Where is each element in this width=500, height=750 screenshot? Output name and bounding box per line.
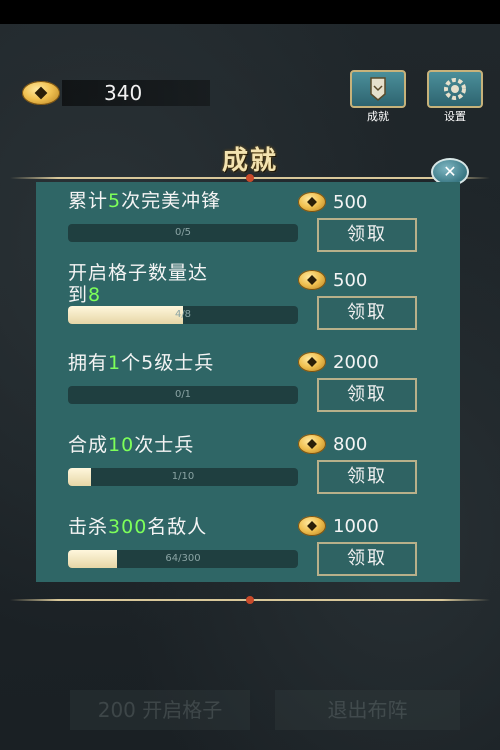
gear-icon — [444, 78, 466, 100]
coin-icon — [298, 270, 326, 290]
claim-button[interactable]: 领取 — [317, 460, 417, 494]
list-item: 累计5次完美冲锋 0/5 500 领取 — [36, 186, 460, 268]
list-item: 拥有1个5级士兵 0/1 2000 领取 — [36, 348, 460, 430]
progress-bar: 4/8 — [68, 306, 298, 324]
gold-amount: 340 — [104, 81, 143, 105]
bottom-divider — [10, 596, 490, 604]
background-open-slot-value: 200 — [97, 698, 136, 722]
achievements-button-label: 成就 — [367, 110, 389, 123]
progress-bar: 1/10 — [68, 468, 298, 486]
achievements-button[interactable] — [350, 70, 406, 108]
coin-icon — [298, 192, 326, 212]
progress-text: 64/300 — [165, 553, 201, 564]
progress-text: 0/1 — [174, 389, 192, 400]
progress-text: 4/8 — [174, 309, 192, 320]
background-exit-formation-label: 退出布阵 — [327, 698, 408, 722]
achievement-list[interactable]: 累计5次完美冲锋 0/5 500 领取 开启格子数量达 到8 4/8 500 领… — [36, 182, 460, 582]
progress-text: 0/5 — [174, 227, 192, 238]
reward-amount: 500 — [333, 270, 368, 291]
coin-icon — [298, 516, 326, 536]
achievement-desc: 拥有1个5级士兵 — [68, 352, 215, 374]
list-item: 开启格子数量达 到8 4/8 500 领取 — [36, 260, 460, 342]
progress-bar: 0/5 — [68, 224, 298, 242]
top-divider — [10, 174, 490, 182]
reward-amount: 2000 — [333, 352, 379, 373]
dialog-title: 成就 — [221, 146, 278, 176]
achievement-desc: 击杀300名敌人 — [68, 516, 208, 538]
achievement-desc: 累计5次完美冲锋 — [68, 190, 222, 212]
claim-button[interactable]: 领取 — [317, 378, 417, 412]
coin-icon — [298, 352, 326, 372]
settings-button[interactable] — [427, 70, 483, 108]
background-exit-formation-button: 退出布阵 — [275, 690, 460, 730]
background-open-slot-label: 开启格子 — [142, 698, 223, 722]
reward-amount: 800 — [333, 434, 368, 455]
top-bar — [0, 0, 500, 24]
claim-button[interactable]: 领取 — [317, 296, 417, 330]
progress-text: 1/10 — [171, 471, 195, 482]
settings-button-label: 设置 — [444, 110, 466, 123]
list-item: 击杀300名敌人 64/300 1000 领取 — [36, 512, 460, 582]
claim-button[interactable]: 领取 — [317, 218, 417, 252]
achievement-desc: 开启格子数量达 到8 — [68, 262, 209, 306]
progress-bar: 64/300 — [68, 550, 298, 568]
reward-amount: 500 — [333, 192, 368, 213]
progress-bar: 0/1 — [68, 386, 298, 404]
background-open-slot-button: 200 开启格子 — [70, 690, 250, 730]
coin-icon — [298, 434, 326, 454]
achievement-desc: 合成10次士兵 — [68, 434, 195, 456]
list-item: 合成10次士兵 1/10 800 领取 — [36, 430, 460, 512]
reward-amount: 1000 — [333, 516, 379, 537]
banner-icon — [370, 77, 386, 101]
gold-coin-icon — [22, 81, 60, 105]
claim-button[interactable]: 领取 — [317, 542, 417, 576]
